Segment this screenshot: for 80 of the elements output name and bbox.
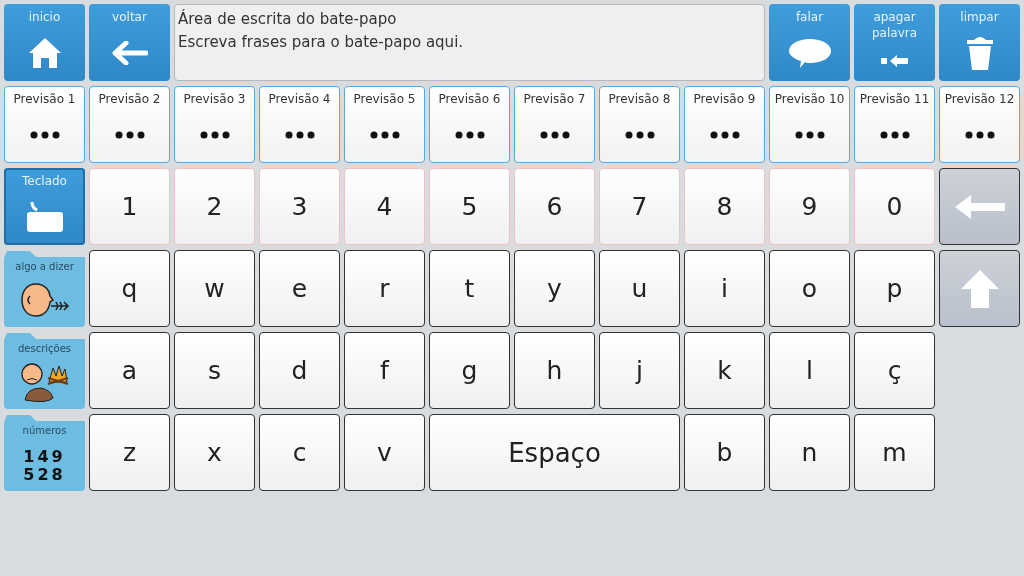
keyboard-key[interactable]: t: [429, 250, 510, 327]
keyboard-key[interactable]: 3: [259, 168, 340, 245]
ellipsis-icon: [539, 130, 570, 139]
ellipsis-icon: [29, 130, 60, 139]
prediction-button[interactable]: Previsão 10: [769, 86, 850, 163]
keyboard-key[interactable]: v: [344, 414, 425, 491]
keyboard-key[interactable]: d: [259, 332, 340, 409]
keyboard-key[interactable]: e: [259, 250, 340, 327]
keyboard-key[interactable]: i: [684, 250, 765, 327]
numbers-digits: 528: [23, 466, 66, 484]
home-icon: [27, 37, 62, 69]
keyboard-key[interactable]: j: [599, 332, 680, 409]
keyboard-key[interactable]: l: [769, 332, 850, 409]
delete-word-icon: [879, 54, 910, 68]
keyboard-key[interactable]: n: [769, 414, 850, 491]
ellipsis-icon: [454, 130, 485, 139]
keyboard-key[interactable]: 4: [344, 168, 425, 245]
ellipsis-icon: [199, 130, 230, 139]
prediction-button[interactable]: Previsão 2: [89, 86, 170, 163]
prediction-button[interactable]: Previsão 12: [939, 86, 1020, 163]
chat-input-field[interactable]: Área de escrita do bate-papo Escreva frases para o bate-papo aqui.: [174, 4, 765, 81]
shift-key[interactable]: [939, 250, 1020, 327]
prediction-button[interactable]: Previsão 4: [259, 86, 340, 163]
folder-button[interactable]: números 149 528: [4, 414, 85, 491]
keyboard-icon: [24, 200, 65, 234]
keyboard-key[interactable]: 0: [854, 168, 935, 245]
ellipsis-icon: [709, 130, 740, 139]
prediction-button[interactable]: Previsão 6: [429, 86, 510, 163]
keyboard-key[interactable]: x: [174, 414, 255, 491]
keyboard-key[interactable]: k: [684, 332, 765, 409]
prediction-button[interactable]: Previsão 5: [344, 86, 425, 163]
ellipsis-icon: [369, 130, 400, 139]
keyboard-key[interactable]: p: [854, 250, 935, 327]
keyboard-key[interactable]: 8: [684, 168, 765, 245]
prediction-button[interactable]: Previsão 8: [599, 86, 680, 163]
keyboard-key[interactable]: f: [344, 332, 425, 409]
keyboard-key[interactable]: y: [514, 250, 595, 327]
keyboard-key[interactable]: g: [429, 332, 510, 409]
arrow-left-icon: [111, 41, 148, 65]
keyboard-key[interactable]: r: [344, 250, 425, 327]
keyboard-key[interactable]: b: [684, 414, 765, 491]
ellipsis-icon: [964, 130, 995, 139]
keyboard-key[interactable]: a: [89, 332, 170, 409]
ellipsis-icon: [284, 130, 315, 139]
ellipsis-icon: [794, 130, 825, 139]
shift-icon: [959, 268, 1000, 309]
keyboard-key[interactable]: m: [854, 414, 935, 491]
prediction-button[interactable]: Previsão 9: [684, 86, 765, 163]
ellipsis-icon: [114, 130, 145, 139]
keyboard-key[interactable]: 9: [769, 168, 850, 245]
folder-button[interactable]: descrições: [4, 332, 85, 409]
keyboard-key[interactable]: 7: [599, 168, 680, 245]
keyboard-key[interactable]: q: [89, 250, 170, 327]
keyboard-key[interactable]: 6: [514, 168, 595, 245]
prediction-button[interactable]: Previsão 1: [4, 86, 85, 163]
keyboard-key[interactable]: c: [259, 414, 340, 491]
keyboard-key[interactable]: o: [769, 250, 850, 327]
keyboard-key[interactable]: ç: [854, 332, 935, 409]
ellipsis-icon: [879, 130, 910, 139]
trash-icon: [964, 35, 995, 71]
keyboard-key[interactable]: s: [174, 332, 255, 409]
folder-button[interactable]: algo a dizer: [4, 250, 85, 327]
descriptions-drawing: [18, 360, 71, 404]
speech-bubble-icon: [787, 37, 832, 69]
keyboard-key[interactable]: z: [89, 414, 170, 491]
arrow-left-icon: [953, 193, 1006, 220]
ellipsis-icon: [624, 130, 655, 139]
space-key[interactable]: Espaço: [429, 414, 680, 491]
speaking-head-icon: [19, 282, 70, 318]
keyboard-key[interactable]: 1: [89, 168, 170, 245]
backspace-key[interactable]: [939, 168, 1020, 245]
keyboard-key[interactable]: 2: [174, 168, 255, 245]
prediction-button[interactable]: Previsão 7: [514, 86, 595, 163]
numbers-digits: 149: [23, 448, 66, 466]
prediction-button[interactable]: Previsão 3: [174, 86, 255, 163]
prediction-button[interactable]: Previsão 11: [854, 86, 935, 163]
keyboard-key[interactable]: 5: [429, 168, 510, 245]
keyboard-key[interactable]: u: [599, 250, 680, 327]
keyboard-key[interactable]: h: [514, 332, 595, 409]
keyboard-key[interactable]: w: [174, 250, 255, 327]
